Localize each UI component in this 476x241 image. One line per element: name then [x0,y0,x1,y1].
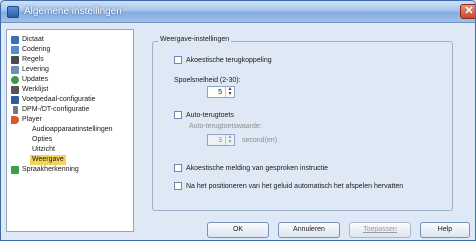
speed-label: Spoelsnelheid (2-30): [174,77,241,84]
auto-rewind-arrows[interactable]: ▲ ▼ [225,135,234,145]
close-button[interactable]: ✕ [460,4,475,19]
help-button[interactable]: Help [420,222,470,238]
down-arrow-icon[interactable]: ▼ [226,92,234,97]
group-title: Weergave-instellingen [158,36,232,43]
tree-item-label: Updates [22,76,49,83]
acoustic-feedback-checkbox[interactable] [174,56,182,64]
speed-stepper[interactable]: 5 ▲ ▼ [207,86,235,98]
delivery-icon [11,66,19,74]
tree-item-label: DPM-/DT-configuratie [22,106,90,113]
down-arrow-icon[interactable]: ▼ [226,140,234,145]
foot-pedal-icon [11,96,19,104]
apply-button[interactable]: Toepassen [349,222,411,238]
tree-item-label: Spraakherkenning [22,166,79,173]
window-title: Algemene instellingen [24,6,122,17]
auto-play-checkbox[interactable] [174,182,182,190]
tree-item-label: Regels [22,56,44,63]
dictation-icon [11,36,19,44]
device-icon [13,106,18,114]
auto-rewind-value: 3 [218,137,222,144]
tree-item-label: Codering [22,46,51,53]
apply-button-label: Toepassen [363,226,397,233]
worklist-icon [11,86,19,94]
settings-tree[interactable]: Dictaat Codering Regels Levering Updates… [6,29,134,232]
updates-icon [11,76,19,84]
speed-value: 5 [218,89,222,96]
auto-rewind-label: Auto-terugtoets [186,112,234,119]
tree-item-label: Player [22,116,42,123]
tree-item-label: Opties [32,136,53,143]
speed-arrows[interactable]: ▲ ▼ [225,87,234,97]
speech-recognition-icon [11,166,19,174]
auto-rewind-value-label: Auto-terugtoetswaarde: [189,123,262,130]
tree-item-label: Uitzicht [32,146,55,153]
tree-item-label: Werklijst [22,86,49,93]
encoding-icon [11,46,19,54]
auto-rewind-checkbox[interactable] [174,111,182,119]
title-bar[interactable]: Algemene instellingen ✕ [1,1,475,23]
acoustic-notice-label: Akoestische melding van gesproken instru… [186,165,329,172]
tree-item-label: Voetpedaal-configuratie [22,96,96,103]
tree-item-label: Dictaat [22,36,44,43]
tree-item-label: Audioapparaatinstellingen [32,126,113,133]
ok-button[interactable]: OK [207,222,269,238]
player-icon [11,116,19,124]
settings-dialog: Algemene instellingen ✕ Dictaat Codering… [0,0,476,241]
acoustic-notice-checkbox[interactable] [174,164,182,172]
cancel-button[interactable]: Annuleren [278,222,340,238]
acoustic-feedback-label: Akoestische terugkoppeling [186,57,272,64]
tree-item-label: Weergave [30,155,66,165]
tree-item-label: Levering [22,66,49,73]
app-icon [7,6,19,18]
rules-icon [11,56,19,64]
auto-rewind-unit: second(en) [242,137,278,144]
auto-rewind-stepper[interactable]: 3 ▲ ▼ [207,134,235,146]
auto-play-label: Na het positioneren van het geluid autom… [186,183,404,190]
